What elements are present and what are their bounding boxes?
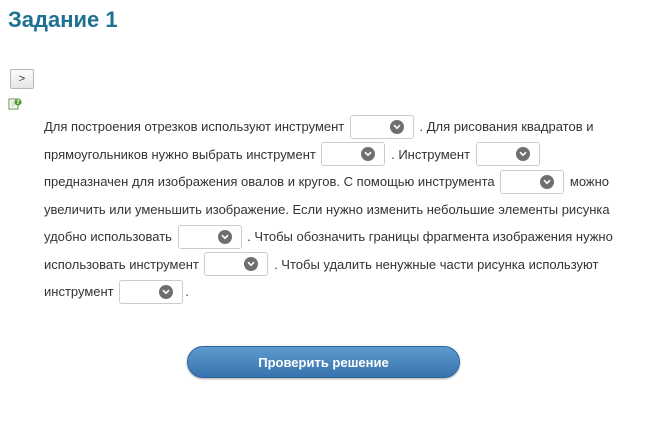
task-text-segment: . Инструмент xyxy=(391,146,471,162)
check-solution-button[interactable]: Проверить решение xyxy=(187,346,460,378)
answer-dropdown-3[interactable] xyxy=(475,142,540,167)
answer-dropdown-1[interactable] xyxy=(349,114,414,139)
help-question-icon[interactable]: ? xyxy=(8,97,22,111)
answer-dropdown-7[interactable] xyxy=(119,279,184,304)
chevron-down-icon xyxy=(244,257,259,272)
task-text-segment: Для построения отрезков используют инстр… xyxy=(44,119,345,134)
chevron-down-icon xyxy=(515,147,530,162)
chevron-down-icon xyxy=(540,174,555,189)
chevron-down-icon xyxy=(389,119,404,134)
task-text: Для построения отрезков используют инстр… xyxy=(44,113,624,306)
answer-dropdown-2[interactable] xyxy=(321,142,386,167)
chevron-down-icon xyxy=(217,229,232,244)
chevron-down-icon xyxy=(361,147,376,162)
answer-dropdown-5[interactable] xyxy=(177,224,242,249)
svg-text:?: ? xyxy=(16,99,20,106)
answer-dropdown-6[interactable] xyxy=(204,252,269,277)
page-title: Задание 1 xyxy=(8,7,118,32)
task-text-segment: предназначен для изображения овалов и кр… xyxy=(44,174,495,189)
expand-toggle-button[interactable]: > xyxy=(10,69,34,89)
task-text-segment: . xyxy=(185,284,189,299)
answer-dropdown-4[interactable] xyxy=(500,169,565,194)
chevron-down-icon xyxy=(159,284,174,299)
